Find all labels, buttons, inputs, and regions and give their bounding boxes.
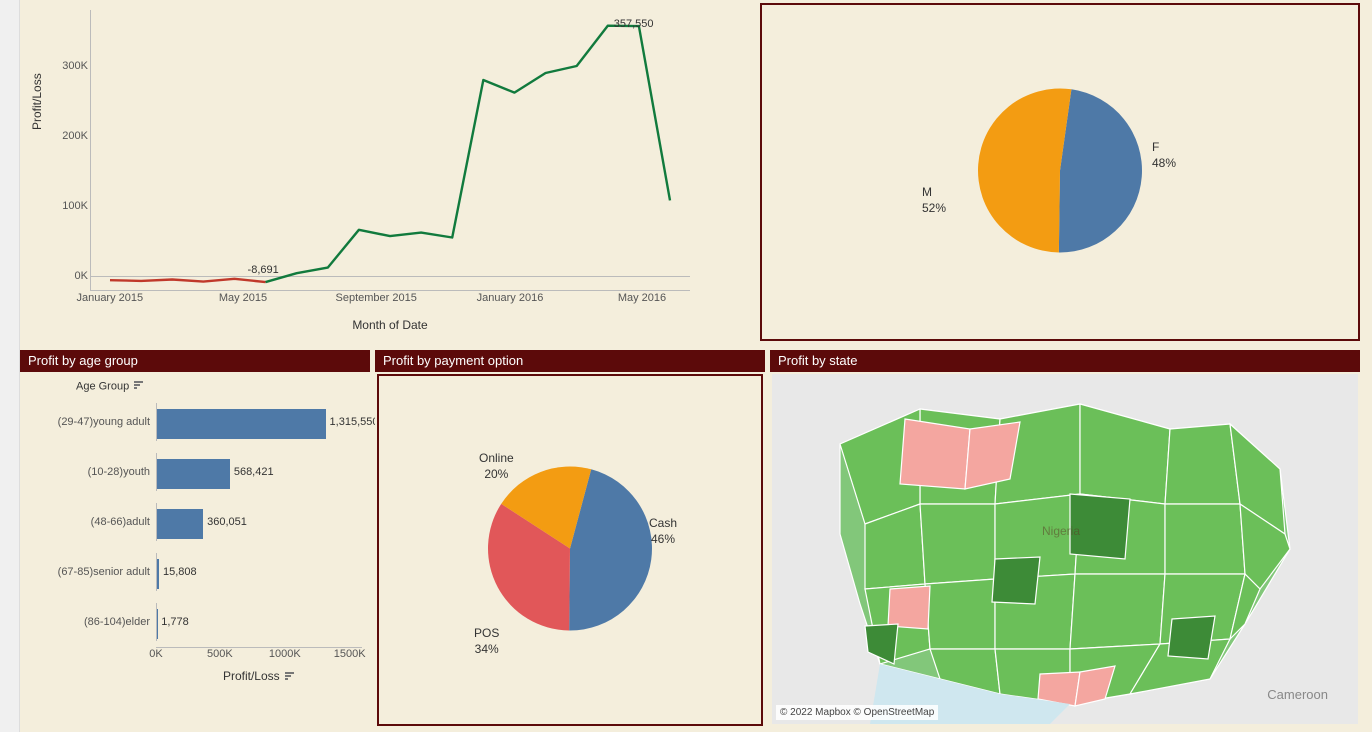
dashboard: Profit/Loss 0K 100K 200K 300K January 20… [20,0,1372,732]
bar-category: (29-47)young adult [28,416,156,428]
x-tick: 500K [207,648,233,660]
profit-loss-line-panel[interactable]: Profit/Loss 0K 100K 200K 300K January 20… [20,0,755,345]
panel-title: Profit by payment option [375,350,765,372]
bar-value: 360,051 [207,516,247,528]
bar-track: 1,778 [156,603,362,641]
bar-row[interactable]: (48-66)adult 360,051 [28,497,362,547]
bar-fill [157,509,203,539]
category-header-label: Age Group [76,380,129,392]
x-tick: 1500K [334,648,366,660]
map-attribution: © 2022 Mapbox © OpenStreetMap [776,705,938,720]
bar-row[interactable]: (86-104)elder 1,778 [28,597,362,647]
gender-pie-panel[interactable]: M52% F48% [760,3,1360,341]
x-axis: January 2015 May 2015 September 2015 Jan… [90,292,690,312]
x-tick: May 2015 [219,292,267,304]
line-annotation: 357,550 [614,18,654,30]
y-axis: 0K 100K 200K 300K [50,10,90,290]
bar-value: 15,808 [163,566,197,578]
country-label-cameroon: Cameroon [1267,687,1328,702]
age-x-label: Profit/Loss [156,665,362,684]
bar-value: 1,315,550 [330,416,379,428]
x-tick: 1000K [269,648,301,660]
bar-track: 568,421 [156,453,362,491]
age-x-axis: 0K 500K 1000K 1500K [156,647,362,665]
pie-slice-label: Online20% [479,451,514,482]
x-axis-border [90,290,690,291]
x-axis-label: Month of Date [90,318,690,332]
country-label-nigeria: Nigeria [1042,524,1080,538]
pie-slice-label: M52% [922,185,946,216]
x-tick: September 2015 [336,292,417,304]
app-sidebar-stub [0,0,20,732]
state-map[interactable]: Nigeria Cameroon © 2022 Mapbox © OpenStr… [772,374,1358,724]
x-tick: 0K [149,648,162,660]
y-tick: 200K [48,130,88,142]
profit-by-payment-panel[interactable]: Profit by payment option Cash46% POS34% On… [375,350,765,730]
gender-pie [975,86,1145,259]
bar-row[interactable]: (29-47)young adult1,315,550 [28,397,362,447]
payment-pie [485,464,655,637]
sort-desc-icon[interactable] [134,380,144,393]
y-tick: 300K [48,60,88,72]
pie-slice-label: POS34% [474,626,499,657]
y-axis-label: Profit/Loss [30,73,44,130]
x-tick: January 2016 [477,292,544,304]
bar-value: 1,778 [161,616,189,628]
pie-slice-label: Cash46% [649,516,677,547]
x-tick: May 2016 [618,292,666,304]
y-tick: 0K [48,270,88,282]
profit-by-state-panel[interactable]: Profit by state [770,350,1360,730]
bar-fill [157,459,230,489]
map-svg [772,374,1358,724]
category-header: Age Group [28,376,362,397]
bar-value: 568,421 [234,466,274,478]
line-svg [90,10,690,290]
pie-slice-label: F48% [1152,140,1176,171]
line-annotation: -8,691 [248,264,279,276]
bar-fill [157,409,326,439]
payment-pie-body: Cash46% POS34% Online20% [377,374,763,726]
bar-category: (67-85)senior adult [28,566,156,578]
bar-track: 15,808 [156,553,362,591]
y-tick: 100K [48,200,88,212]
panel-title: Profit by age group [20,350,370,372]
profit-by-age-panel[interactable]: Profit by age group Age Group (29-47)you… [20,350,370,730]
x-tick: January 2015 [76,292,143,304]
bar-row[interactable]: (67-85)senior adult 15,808 [28,547,362,597]
bar-track: 1,315,550 [156,403,362,441]
bar-category: (86-104)elder [28,616,156,628]
panel-title: Profit by state [770,350,1360,372]
bar-row[interactable]: (10-28)youth 568,421 [28,447,362,497]
bar-category: (48-66)adult [28,516,156,528]
sort-desc-icon[interactable] [285,670,295,684]
bar-fill [157,559,159,589]
bar-track: 360,051 [156,503,362,541]
bar-category: (10-28)youth [28,466,156,478]
